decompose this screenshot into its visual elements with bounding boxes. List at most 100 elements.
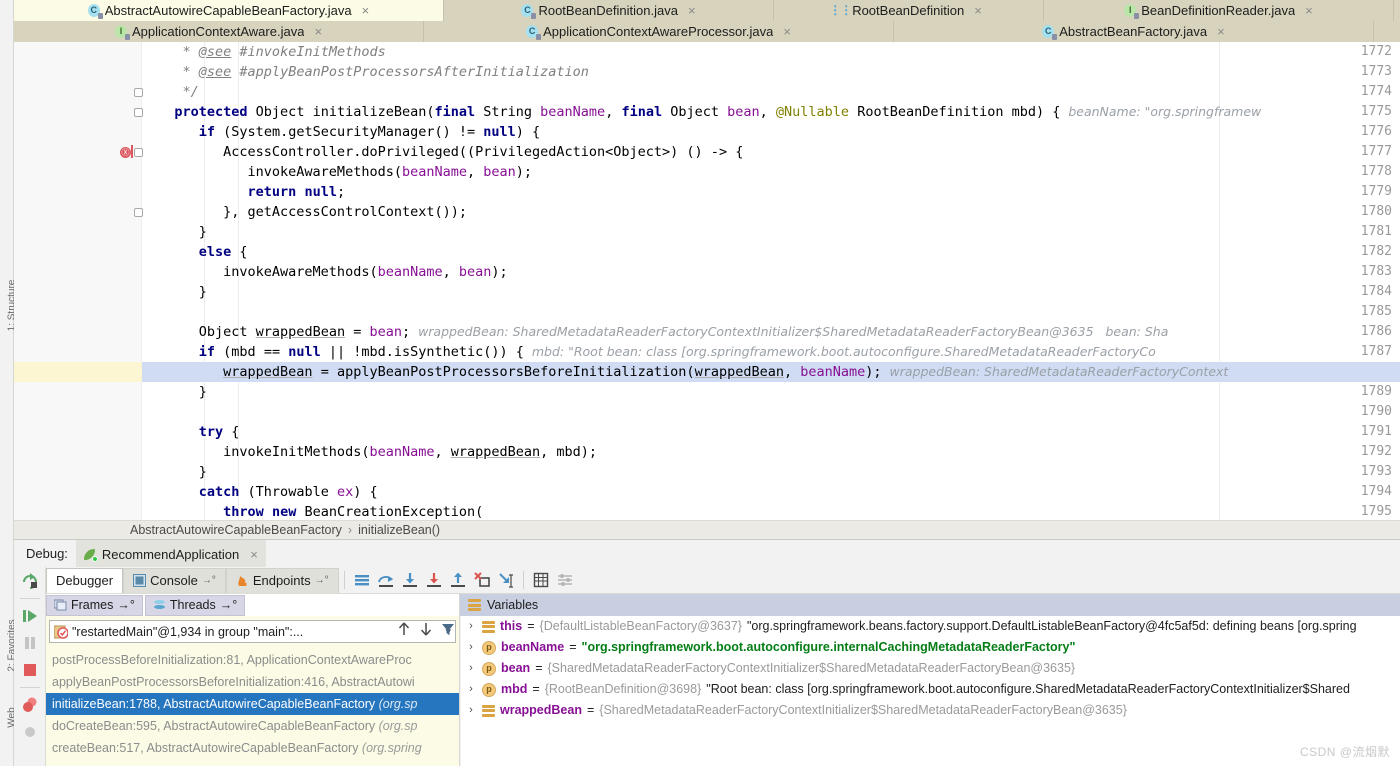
code-line[interactable]: AccessController.doPrivileged((Privilege…: [142, 142, 1400, 162]
code-line-row[interactable]: 1780 }, getAccessControlContext());: [14, 202, 1400, 222]
pin-icon[interactable]: →°: [220, 598, 238, 612]
close-icon[interactable]: ×: [1217, 25, 1225, 38]
run-to-cursor-icon[interactable]: [494, 569, 518, 591]
variable-row[interactable]: › p beanName = "org.springframework.boot.aut…: [461, 637, 1400, 658]
code-line[interactable]: invokeAwareMethods(beanName, bean);: [142, 262, 1400, 282]
close-icon[interactable]: ×: [688, 4, 696, 17]
code-line[interactable]: * @see #applyBeanPostProcessorsAfterInit…: [142, 62, 1400, 82]
code-line-row[interactable]: 1786 Object wrappedBean = bean; wrappedB…: [14, 322, 1400, 342]
variables-pane[interactable]: › this = {DefaultListableBeanFactory@3637} "…: [461, 616, 1400, 766]
expand-chevron-icon[interactable]: ›: [465, 637, 477, 658]
tab-threads[interactable]: Threads →°: [144, 594, 246, 616]
close-icon[interactable]: ×: [362, 4, 370, 17]
code-line[interactable]: }: [142, 382, 1400, 402]
frame-row[interactable]: doCreateBean:595, AbstractAutowireCapabl…: [46, 715, 459, 737]
variable-row[interactable]: › this = {DefaultListableBeanFactory@3637} "…: [461, 616, 1400, 637]
stop-icon[interactable]: [20, 660, 40, 680]
code-line[interactable]: return null;: [142, 182, 1400, 202]
frame-row[interactable]: postProcessBeforeInitialization:81, Appl…: [46, 649, 459, 671]
code-line-row[interactable]: 1778 invokeAwareMethods(beanName, bean);: [14, 162, 1400, 182]
code-line[interactable]: wrappedBean = applyBeanPostProcessorsBef…: [142, 362, 1400, 382]
code-line-row[interactable]: 1776 if (System.getSecurityManager() != …: [14, 122, 1400, 142]
code-line-row[interactable]: 1787 if (mbd == null || !mbd.isSynthetic…: [14, 342, 1400, 362]
variables-list[interactable]: › this = {DefaultListableBeanFactory@3637} "…: [461, 616, 1400, 721]
close-icon[interactable]: ×: [1305, 4, 1313, 17]
code-line[interactable]: */: [142, 82, 1400, 102]
close-icon[interactable]: ×: [314, 25, 322, 38]
editor-tab[interactable]: C RootBeanDefinition.java ×: [444, 0, 774, 21]
code-line-row[interactable]: 1775 protected Object initializeBean(fin…: [14, 102, 1400, 122]
code-line-row[interactable]: 1783 invokeAwareMethods(beanName, bean);: [14, 262, 1400, 282]
code-line[interactable]: if (mbd == null || !mbd.isSynthetic()) {…: [142, 342, 1400, 362]
code-line-row[interactable]: 1782 else {: [14, 242, 1400, 262]
expand-chevron-icon[interactable]: ›: [465, 679, 477, 700]
variable-row[interactable]: › p bean = {SharedMetadataReaderFactoryConte…: [461, 658, 1400, 679]
close-icon[interactable]: ×: [250, 547, 258, 562]
code-line[interactable]: try {: [142, 422, 1400, 442]
editor-tab[interactable]: I BeanDefinitionReader.java ×: [1044, 0, 1394, 21]
fold-marker-icon[interactable]: [134, 148, 143, 157]
frame-row[interactable]: createBean:517, AbstractAutowireCapableB…: [46, 737, 459, 759]
resume-program-icon[interactable]: [20, 606, 40, 626]
step-into-icon[interactable]: [398, 569, 422, 591]
filter-icon[interactable]: [441, 621, 455, 637]
drop-frame-icon[interactable]: [470, 569, 494, 591]
mute-breakpoints-icon[interactable]: [20, 722, 40, 742]
debug-subtab-debugger[interactable]: Debugger: [46, 567, 124, 593]
pin-icon[interactable]: →°: [315, 575, 329, 586]
code-line-row[interactable]: 1789 }: [14, 382, 1400, 402]
code-line[interactable]: if (System.getSecurityManager() != null)…: [142, 122, 1400, 142]
code-line-row[interactable]: 1790: [14, 402, 1400, 422]
frame-row[interactable]: initializeBean:1788, AbstractAutowireCap…: [46, 693, 459, 715]
code-editor[interactable]: 1772 * @see #invokeInitMethods 1773 * @se…: [14, 42, 1400, 520]
code-line-row[interactable]: 1795 throw new BeanCreationException(: [14, 502, 1400, 520]
debug-subtab-console[interactable]: Console →°: [123, 567, 226, 593]
code-line[interactable]: invokeInitMethods(beanName, wrappedBean,…: [142, 442, 1400, 462]
fold-marker-icon[interactable]: [134, 88, 143, 97]
code-line-row[interactable]: 1784 }: [14, 282, 1400, 302]
code-line[interactable]: protected Object initializeBean(final St…: [142, 102, 1400, 122]
pin-icon[interactable]: →°: [117, 598, 135, 612]
code-line[interactable]: catch (Throwable ex) {: [142, 482, 1400, 502]
code-line-row[interactable]: 1774 */: [14, 82, 1400, 102]
code-line[interactable]: Object wrappedBean = bean; wrappedBean: …: [142, 322, 1400, 342]
code-line[interactable]: }: [142, 282, 1400, 302]
code-line[interactable]: }: [142, 462, 1400, 482]
close-icon[interactable]: ×: [783, 25, 791, 38]
code-line-row[interactable]: 1773 * @see #applyBeanPostProcessorsAfte…: [14, 62, 1400, 82]
code-line[interactable]: * @see #invokeInitMethods: [142, 42, 1400, 62]
debug-session-tab[interactable]: RecommendApplication ×: [75, 540, 266, 567]
breadcrumb-method[interactable]: initializeBean(): [358, 523, 440, 537]
code-line-row[interactable]: 1772 * @see #invokeInitMethods: [14, 42, 1400, 62]
code-line[interactable]: throw new BeanCreationException(: [142, 502, 1400, 520]
variable-row[interactable]: › wrappedBean = {SharedMetadataReaderFactor…: [461, 700, 1400, 721]
code-line-row[interactable]: 1779 return null;: [14, 182, 1400, 202]
step-over-icon[interactable]: [374, 569, 398, 591]
code-line-row[interactable]: 1792 invokeInitMethods(beanName, wrapped…: [14, 442, 1400, 462]
code-line[interactable]: [142, 302, 1400, 322]
breakpoint-icon[interactable]: Ⓧ: [120, 145, 133, 158]
code-line-row[interactable]: 1794 catch (Throwable ex) {: [14, 482, 1400, 502]
code-line[interactable]: }, getAccessControlContext());: [142, 202, 1400, 222]
fold-marker-icon[interactable]: [134, 108, 143, 117]
code-line-row[interactable]: 1791 try {: [14, 422, 1400, 442]
code-line-row[interactable]: 1785: [14, 302, 1400, 322]
expand-chevron-icon[interactable]: ›: [465, 700, 477, 721]
view-breakpoints-icon[interactable]: [20, 695, 40, 715]
move-up-icon[interactable]: [397, 621, 411, 637]
editor-tab[interactable]: C AbstractBeanFactory.java ×: [894, 21, 1374, 42]
variable-row[interactable]: › p mbd = {RootBeanDefinition@3698} "Root bea…: [461, 679, 1400, 700]
code-line[interactable]: [142, 402, 1400, 422]
editor-tab[interactable]: C ApplicationContextAwareProcessor.java ×: [424, 21, 894, 42]
frame-row[interactable]: applyBeanPostProcessorsBeforeInitializat…: [46, 671, 459, 693]
code-line-row[interactable]: 1788 wrappedBean = applyBeanPostProcesso…: [14, 362, 1400, 382]
close-icon[interactable]: ×: [974, 4, 982, 17]
code-line-row[interactable]: 1781 }: [14, 222, 1400, 242]
show-execution-point-icon[interactable]: [350, 569, 374, 591]
code-line-row[interactable]: 1777 Ⓧ AccessController.doPrivileged((Pri…: [14, 142, 1400, 162]
settings-icon[interactable]: [553, 569, 577, 591]
code-line-row[interactable]: 1793 }: [14, 462, 1400, 482]
frames-list[interactable]: postProcessBeforeInitialization:81, Appl…: [46, 649, 459, 759]
editor-tab[interactable]: ⋮⋮ RootBeanDefinition ×: [774, 0, 1044, 21]
evaluate-expression-icon[interactable]: [529, 569, 553, 591]
